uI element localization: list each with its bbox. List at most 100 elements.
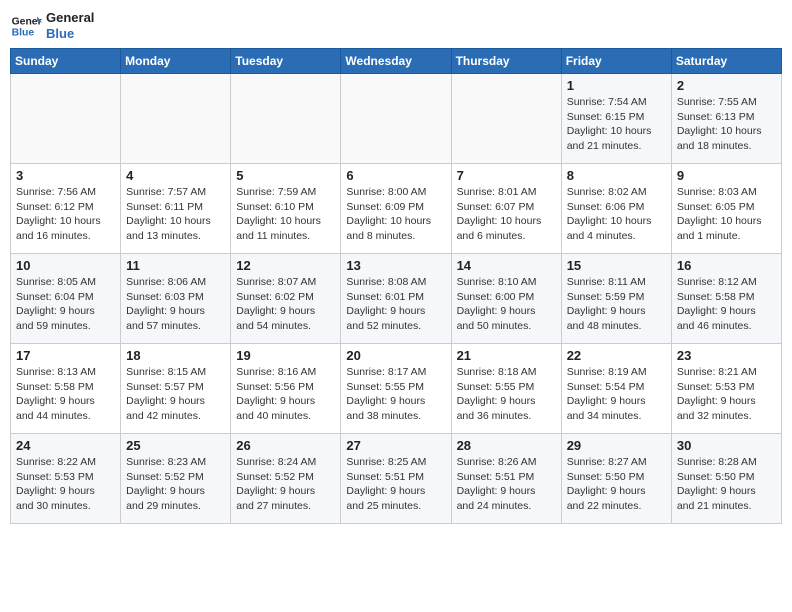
day-info: Sunrise: 8:21 AM Sunset: 5:53 PM Dayligh… [677, 365, 776, 424]
weekday-header-wednesday: Wednesday [341, 49, 451, 74]
day-number: 28 [457, 438, 556, 453]
calendar-cell [121, 74, 231, 164]
calendar-cell: 27 Sunrise: 8:25 AM Sunset: 5:51 PM Dayli… [341, 434, 451, 524]
day-number: 5 [236, 168, 335, 183]
day-number: 3 [16, 168, 115, 183]
calendar-cell: 15 Sunrise: 8:11 AM Sunset: 5:59 PM Dayli… [561, 254, 671, 344]
calendar-cell: 12Sunrise: 8:07 AM Sunset: 6:02 PM Dayli… [231, 254, 341, 344]
day-info: Sunrise: 8:15 AM Sunset: 5:57 PM Dayligh… [126, 365, 225, 424]
day-info: Sunrise: 7:56 AM Sunset: 6:12 PM Dayligh… [16, 185, 115, 244]
day-number: 11 [126, 258, 225, 273]
day-info: Sunrise: 8:17 AM Sunset: 5:55 PM Dayligh… [346, 365, 445, 424]
calendar-cell: 26 Sunrise: 8:24 AM Sunset: 5:52 PM Dayli… [231, 434, 341, 524]
calendar-cell: 1 Sunrise: 7:54 AM Sunset: 6:15 PM Daylig… [561, 74, 671, 164]
calendar-cell: 20 Sunrise: 8:17 AM Sunset: 5:55 PM Dayli… [341, 344, 451, 434]
day-info: Sunrise: 8:16 AM Sunset: 5:56 PM Dayligh… [236, 365, 335, 424]
calendar-cell [341, 74, 451, 164]
calendar-week-5: 24 Sunrise: 8:22 AM Sunset: 5:53 PM Dayli… [11, 434, 782, 524]
calendar-cell: 14 Sunrise: 8:10 AM Sunset: 6:00 PM Dayli… [451, 254, 561, 344]
logo-line1: General [46, 10, 94, 26]
calendar-cell: 28 Sunrise: 8:26 AM Sunset: 5:51 PM Dayli… [451, 434, 561, 524]
day-info: Sunrise: 8:01 AM Sunset: 6:07 PM Dayligh… [457, 185, 556, 244]
day-number: 9 [677, 168, 776, 183]
calendar-cell: 8 Sunrise: 8:02 AM Sunset: 6:06 PM Daylig… [561, 164, 671, 254]
day-number: 27 [346, 438, 445, 453]
calendar-cell: 23 Sunrise: 8:21 AM Sunset: 5:53 PM Dayli… [671, 344, 781, 434]
calendar-body: 1 Sunrise: 7:54 AM Sunset: 6:15 PM Daylig… [11, 74, 782, 524]
day-number: 4 [126, 168, 225, 183]
day-info: Sunrise: 8:28 AM Sunset: 5:50 PM Dayligh… [677, 455, 776, 514]
day-number: 7 [457, 168, 556, 183]
calendar-cell: 30 Sunrise: 8:28 AM Sunset: 5:50 PM Dayli… [671, 434, 781, 524]
calendar-week-4: 17 Sunrise: 8:13 AM Sunset: 5:58 PM Dayli… [11, 344, 782, 434]
day-info: Sunrise: 8:22 AM Sunset: 5:53 PM Dayligh… [16, 455, 115, 514]
day-number: 21 [457, 348, 556, 363]
calendar-cell: 10 Sunrise: 8:05 AM Sunset: 6:04 PM Dayli… [11, 254, 121, 344]
day-number: 20 [346, 348, 445, 363]
day-number: 10 [16, 258, 115, 273]
calendar-cell: 7 Sunrise: 8:01 AM Sunset: 6:07 PM Daylig… [451, 164, 561, 254]
calendar-cell: 21 Sunrise: 8:18 AM Sunset: 5:55 PM Dayli… [451, 344, 561, 434]
calendar-cell: 2 Sunrise: 7:55 AM Sunset: 6:13 PM Daylig… [671, 74, 781, 164]
day-info: Sunrise: 8:18 AM Sunset: 5:55 PM Dayligh… [457, 365, 556, 424]
calendar-week-1: 1 Sunrise: 7:54 AM Sunset: 6:15 PM Daylig… [11, 74, 782, 164]
day-info: Sunrise: 8:26 AM Sunset: 5:51 PM Dayligh… [457, 455, 556, 514]
day-info: Sunrise: 8:08 AM Sunset: 6:01 PM Dayligh… [346, 275, 445, 334]
day-info: Sunrise: 8:23 AM Sunset: 5:52 PM Dayligh… [126, 455, 225, 514]
day-number: 30 [677, 438, 776, 453]
logo-icon: General Blue [10, 10, 42, 42]
weekday-header-saturday: Saturday [671, 49, 781, 74]
weekday-header-friday: Friday [561, 49, 671, 74]
calendar-table: SundayMondayTuesdayWednesdayThursdayFrid… [10, 48, 782, 524]
calendar-cell: 19 Sunrise: 8:16 AM Sunset: 5:56 PM Dayli… [231, 344, 341, 434]
calendar-cell: 6Sunrise: 8:00 AM Sunset: 6:09 PM Daylig… [341, 164, 451, 254]
svg-text:Blue: Blue [12, 28, 35, 39]
calendar-cell: 22 Sunrise: 8:19 AM Sunset: 5:54 PM Dayli… [561, 344, 671, 434]
day-number: 8 [567, 168, 666, 183]
calendar-cell: 29 Sunrise: 8:27 AM Sunset: 5:50 PM Dayli… [561, 434, 671, 524]
calendar-header: SundayMondayTuesdayWednesdayThursdayFrid… [11, 49, 782, 74]
day-info: Sunrise: 8:02 AM Sunset: 6:06 PM Dayligh… [567, 185, 666, 244]
calendar-cell: 13 Sunrise: 8:08 AM Sunset: 6:01 PM Dayli… [341, 254, 451, 344]
day-number: 24 [16, 438, 115, 453]
day-info: Sunrise: 8:24 AM Sunset: 5:52 PM Dayligh… [236, 455, 335, 514]
weekday-header-row: SundayMondayTuesdayWednesdayThursdayFrid… [11, 49, 782, 74]
day-number: 19 [236, 348, 335, 363]
day-number: 26 [236, 438, 335, 453]
weekday-header-thursday: Thursday [451, 49, 561, 74]
day-info: Sunrise: 8:19 AM Sunset: 5:54 PM Dayligh… [567, 365, 666, 424]
day-number: 23 [677, 348, 776, 363]
day-info: Sunrise: 8:13 AM Sunset: 5:58 PM Dayligh… [16, 365, 115, 424]
day-info: Sunrise: 8:06 AM Sunset: 6:03 PM Dayligh… [126, 275, 225, 334]
day-info: Sunrise: 8:11 AM Sunset: 5:59 PM Dayligh… [567, 275, 666, 334]
calendar-cell: 18Sunrise: 8:15 AM Sunset: 5:57 PM Dayli… [121, 344, 231, 434]
day-info: Sunrise: 8:05 AM Sunset: 6:04 PM Dayligh… [16, 275, 115, 334]
calendar-cell: 11 Sunrise: 8:06 AM Sunset: 6:03 PM Dayli… [121, 254, 231, 344]
day-info: Sunrise: 8:25 AM Sunset: 5:51 PM Dayligh… [346, 455, 445, 514]
day-number: 13 [346, 258, 445, 273]
calendar-cell: 17 Sunrise: 8:13 AM Sunset: 5:58 PM Dayli… [11, 344, 121, 434]
day-info: Sunrise: 7:55 AM Sunset: 6:13 PM Dayligh… [677, 95, 776, 154]
calendar-week-3: 10 Sunrise: 8:05 AM Sunset: 6:04 PM Dayli… [11, 254, 782, 344]
day-info: Sunrise: 8:10 AM Sunset: 6:00 PM Dayligh… [457, 275, 556, 334]
calendar-cell: 4 Sunrise: 7:57 AM Sunset: 6:11 PM Daylig… [121, 164, 231, 254]
calendar-cell: 24 Sunrise: 8:22 AM Sunset: 5:53 PM Dayli… [11, 434, 121, 524]
logo-line2: Blue [46, 26, 94, 42]
day-number: 22 [567, 348, 666, 363]
day-number: 2 [677, 78, 776, 93]
day-number: 29 [567, 438, 666, 453]
day-number: 15 [567, 258, 666, 273]
day-number: 1 [567, 78, 666, 93]
day-info: Sunrise: 8:27 AM Sunset: 5:50 PM Dayligh… [567, 455, 666, 514]
day-number: 17 [16, 348, 115, 363]
calendar-cell: 16 Sunrise: 8:12 AM Sunset: 5:58 PM Dayli… [671, 254, 781, 344]
day-info: Sunrise: 8:03 AM Sunset: 6:05 PM Dayligh… [677, 185, 776, 244]
day-info: Sunrise: 7:54 AM Sunset: 6:15 PM Dayligh… [567, 95, 666, 154]
calendar-cell [451, 74, 561, 164]
day-number: 14 [457, 258, 556, 273]
calendar-cell: 5Sunrise: 7:59 AM Sunset: 6:10 PM Daylig… [231, 164, 341, 254]
day-info: Sunrise: 7:57 AM Sunset: 6:11 PM Dayligh… [126, 185, 225, 244]
day-info: Sunrise: 8:12 AM Sunset: 5:58 PM Dayligh… [677, 275, 776, 334]
day-info: Sunrise: 8:00 AM Sunset: 6:09 PM Dayligh… [346, 185, 445, 244]
day-number: 16 [677, 258, 776, 273]
